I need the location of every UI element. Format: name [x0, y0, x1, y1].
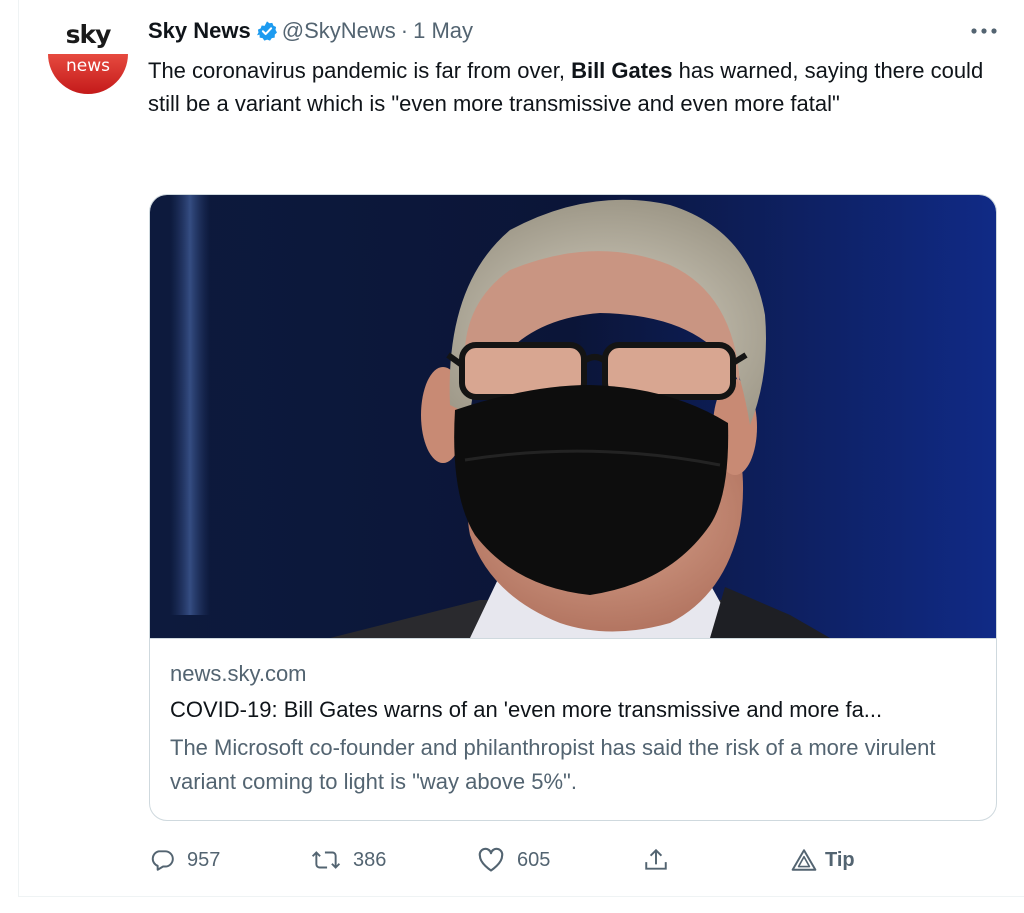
account-handle[interactable]: @SkyNews	[282, 18, 396, 44]
link-card-domain: news.sky.com	[170, 661, 307, 686]
retweet-button[interactable]: 386	[311, 840, 386, 880]
tweet-text-part1: The coronavirus pandemic is far from ove…	[148, 58, 572, 83]
tip-triangle-icon	[791, 848, 817, 872]
account-name[interactable]: Sky News	[148, 18, 251, 44]
like-button[interactable]: 605	[477, 840, 550, 880]
share-upload-icon	[643, 847, 669, 873]
link-card-body: news.sky.com COVID-19: Bill Gates warns …	[150, 638, 996, 820]
tweet-date[interactable]: 1 May	[413, 18, 473, 44]
article-photo[interactable]	[150, 195, 996, 638]
tweet[interactable]: sky news Sky News @SkyNews · 1 May The c…	[18, 0, 1024, 897]
link-card-description: The Microsoft co-founder and philanthrop…	[170, 735, 936, 794]
tweet-text: The coronavirus pandemic is far from ove…	[148, 54, 988, 120]
tip-button[interactable]: Tip	[791, 840, 855, 880]
link-card[interactable]: news.sky.com COVID-19: Bill Gates warns …	[149, 194, 997, 821]
reply-bubble-icon	[149, 847, 175, 873]
tweet-header: Sky News @SkyNews · 1 May	[148, 16, 473, 46]
retweet-icon	[311, 847, 341, 873]
share-button[interactable]	[643, 840, 669, 880]
tip-label: Tip	[825, 848, 855, 871]
header-separator: ·	[400, 18, 409, 43]
avatar[interactable]: sky news	[47, 18, 129, 100]
sky-logo-word: sky	[65, 20, 112, 49]
heart-icon	[477, 847, 505, 873]
reply-button[interactable]: 957	[149, 840, 220, 880]
reply-count: 957	[187, 848, 221, 871]
more-dots-icon[interactable]	[964, 16, 1004, 46]
like-count: 605	[517, 848, 551, 871]
tweet-text-bold-name[interactable]: Bill Gates	[571, 58, 672, 83]
sky-news-logo-badge: news	[48, 54, 128, 94]
retweet-count: 386	[353, 848, 387, 871]
link-card-title: COVID-19: Bill Gates warns of an 'even m…	[170, 697, 883, 722]
tweet-actions: 957 386 605 Tip	[149, 840, 1009, 880]
verified-badge-icon	[256, 20, 278, 42]
